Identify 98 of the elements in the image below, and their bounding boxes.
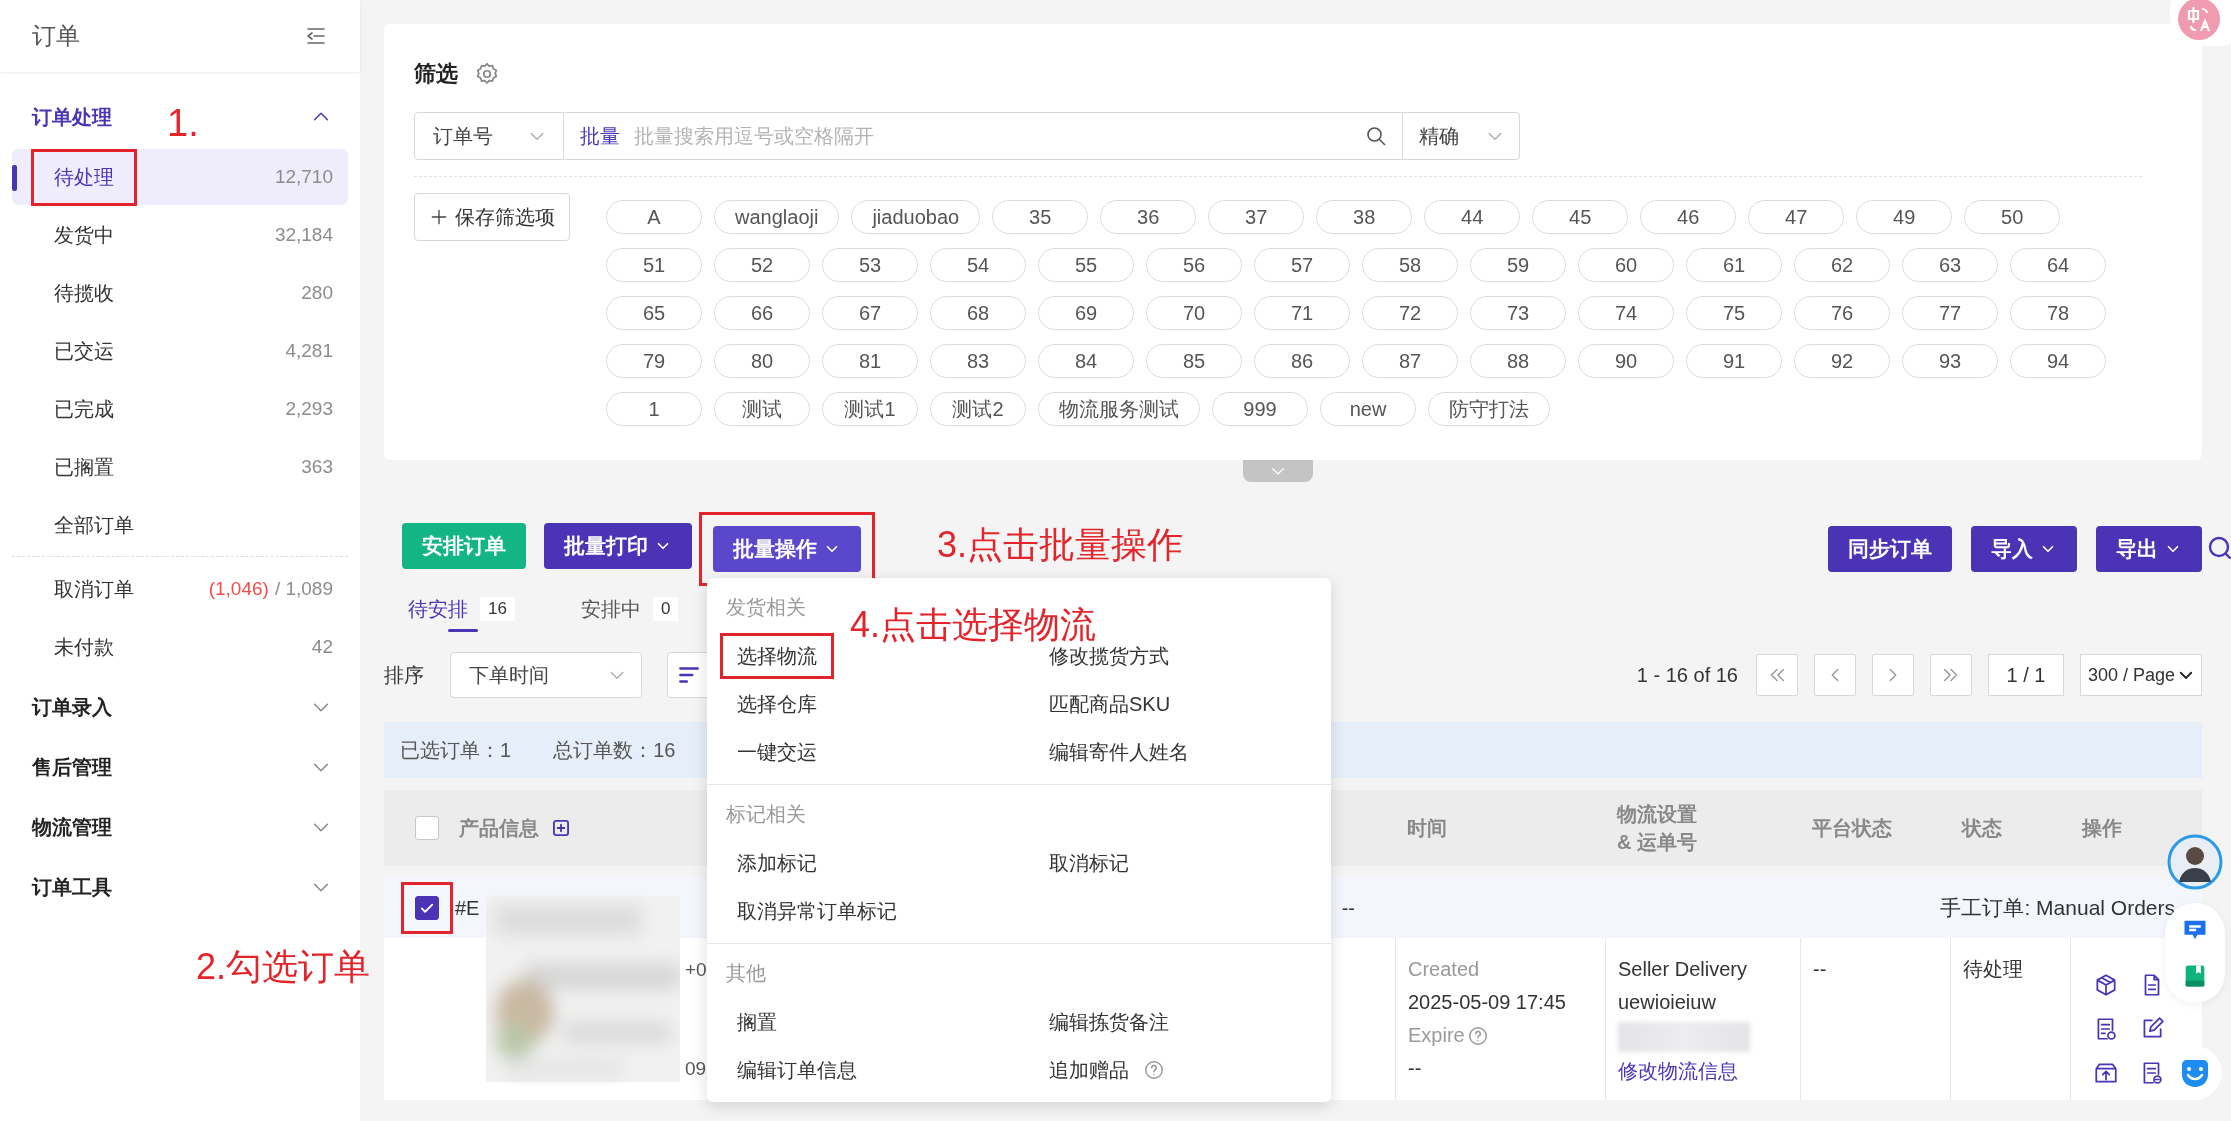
menu-item[interactable]: 编辑拣货备注 <box>1035 1002 1183 1042</box>
item-count: 12,710 <box>274 166 333 188</box>
selected-count: 已选订单：1 <box>400 737 512 763</box>
menu-section-title: 标记相关 <box>725 802 807 827</box>
upload-box-icon[interactable] <box>2093 1060 2119 1086</box>
item-count: 4,281 <box>285 340 333 362</box>
order-status: 待处理 <box>1963 957 2023 982</box>
item-count: 363 <box>301 456 333 478</box>
sidebar-group[interactable]: 订单处理 <box>32 103 112 131</box>
action-button[interactable]: 批量打印 <box>544 523 692 569</box>
menu-item[interactable]: 一键交运 <box>723 732 831 772</box>
menu-item[interactable]: 追加赠品 <box>1035 1050 1179 1090</box>
column-header: 操作 <box>2082 816 2122 841</box>
tab[interactable]: 待安排 16 <box>408 586 515 632</box>
sidebar-item[interactable]: 取消订单 (1,046) / 1,089 <box>12 561 348 617</box>
expire-time: -- <box>1408 1056 1422 1081</box>
sidebar-group[interactable]: 订单录入 <box>32 693 112 721</box>
sidebar-item[interactable]: 未付款 42 <box>12 619 348 675</box>
settings-icon[interactable] <box>474 61 500 87</box>
created-time: 2025-05-09 17:45 <box>1408 990 1566 1015</box>
menu-item[interactable]: 编辑寄件人姓名 <box>1035 732 1203 772</box>
total-count: 总订单数：16 <box>553 737 676 763</box>
checkbox[interactable] <box>415 896 439 920</box>
match-select[interactable]: 精确 <box>1402 112 1520 160</box>
sidebar-item[interactable]: 发货中 32,184 <box>12 207 348 263</box>
annotation-text: 4.点击选择物流 <box>850 603 1097 647</box>
menu-section-title: 其他 <box>725 961 767 986</box>
help-icon[interactable] <box>1466 1024 1489 1047</box>
order-dash: -- <box>1341 896 1355 920</box>
sidebar-item[interactable]: 已交运 4,281 <box>12 323 348 379</box>
menu-item[interactable]: 匹配商品SKU <box>1035 684 1185 724</box>
logistics-method: Seller Delivery <box>1618 957 1747 982</box>
avatar-icon[interactable] <box>2167 834 2223 890</box>
plus-icon <box>429 207 449 227</box>
page-field[interactable]: 1 / 1 <box>1988 654 2064 696</box>
item-count: 42 <box>311 636 333 658</box>
tab[interactable]: 安排中 0 <box>580 586 679 632</box>
column-header: 状态 <box>1962 816 2002 841</box>
sidebar-item[interactable]: 已搁置 363 <box>12 439 348 495</box>
expire-label: Expire <box>1408 1023 1465 1048</box>
menu-item[interactable]: 选择仓库 <box>723 684 831 724</box>
search-field[interactable]: 批量搜索用逗号或空格隔开 <box>632 123 1352 149</box>
sidebar-title: 订单 <box>32 21 80 51</box>
mode-link[interactable]: 批量 <box>580 122 620 150</box>
edit-logistics-link[interactable]: 修改物流信息 <box>1618 1058 1738 1085</box>
column-header: 产品信息 <box>459 816 539 841</box>
product-text: 09 <box>685 1057 707 1081</box>
created-label: Created <box>1408 957 1480 982</box>
sidebar-group[interactable]: 物流管理 <box>32 813 112 841</box>
sidebar-group[interactable]: 售后管理 <box>32 753 112 781</box>
action-button[interactable]: 批量操作 <box>713 526 861 572</box>
filter-title: 筛选 <box>414 60 458 88</box>
action-button[interactable]: 同步订单 <box>1828 526 1952 572</box>
page-size-select[interactable]: 300 / Page <box>2080 654 2202 696</box>
order-source: 手工订单: Manual Orders <box>1940 895 2176 921</box>
product-text: +0 <box>685 958 707 982</box>
item-count: 2,293 <box>285 398 333 420</box>
tracking-number: uewioieiuw <box>1618 990 1716 1015</box>
help-icon <box>1143 1059 1165 1081</box>
sidebar-item[interactable]: 待揽收 280 <box>12 265 348 321</box>
field-select[interactable]: 订单号 <box>414 112 564 160</box>
add-square-icon[interactable] <box>551 818 571 838</box>
filter-chip[interactable]: 79 <box>606 344 702 378</box>
tab-count: 0 <box>652 597 679 621</box>
sort-label: 排序 <box>384 662 425 688</box>
sidebar-item[interactable]: 已完成 2,293 <box>12 381 348 437</box>
menu-item[interactable]: 搁置 <box>723 1002 791 1042</box>
item-count: / 1,089 <box>274 578 333 600</box>
search-icon[interactable] <box>1364 124 1388 148</box>
save-filter-button[interactable]: 保存筛选项 <box>414 193 570 241</box>
annotation-text: 2.勾选订单 <box>196 945 371 989</box>
column-header: 平台状态 <box>1812 816 1892 841</box>
page-range: 1 - 16 of 16 <box>1636 663 1738 687</box>
collapse-handle[interactable] <box>1243 460 1313 482</box>
box-icon[interactable] <box>2093 972 2119 998</box>
column-header: 物流设置 & 运单号 <box>1617 802 1697 855</box>
action-button[interactable]: 导出 <box>2096 526 2202 572</box>
menu-item[interactable]: 选择物流 <box>723 636 831 676</box>
item-count: 280 <box>301 282 333 304</box>
action-button[interactable]: 导入 <box>1971 526 2077 572</box>
search-box[interactable]: 批量 批量搜索用逗号或空格隔开 <box>564 112 1402 160</box>
menu-item[interactable]: 添加标记 <box>723 843 831 883</box>
alert-count: (1,046) <box>208 578 269 600</box>
column-header: 时间 <box>1407 816 1447 841</box>
sort-select[interactable]: 下单时间 <box>450 652 642 698</box>
item-count: 32,184 <box>274 224 333 246</box>
annotation-text: 3.点击批量操作 <box>937 523 1184 567</box>
tab-count: 16 <box>480 597 515 621</box>
sidebar-item[interactable]: 待处理 12,710 <box>12 149 348 205</box>
translate-icon[interactable] <box>2170 0 2231 46</box>
menu-item[interactable]: 取消标记 <box>1035 843 1143 883</box>
annotation-text: 1. <box>167 102 199 145</box>
sidebar-group[interactable]: 订单工具 <box>32 873 112 901</box>
order-number: #E <box>455 896 480 920</box>
platform-status: -- <box>1813 957 1827 982</box>
sidebar-item[interactable]: 全部订单 <box>12 497 348 553</box>
menu-item[interactable]: 编辑订单信息 <box>723 1050 871 1090</box>
menu-item[interactable]: 取消异常订单标记 <box>723 891 911 931</box>
